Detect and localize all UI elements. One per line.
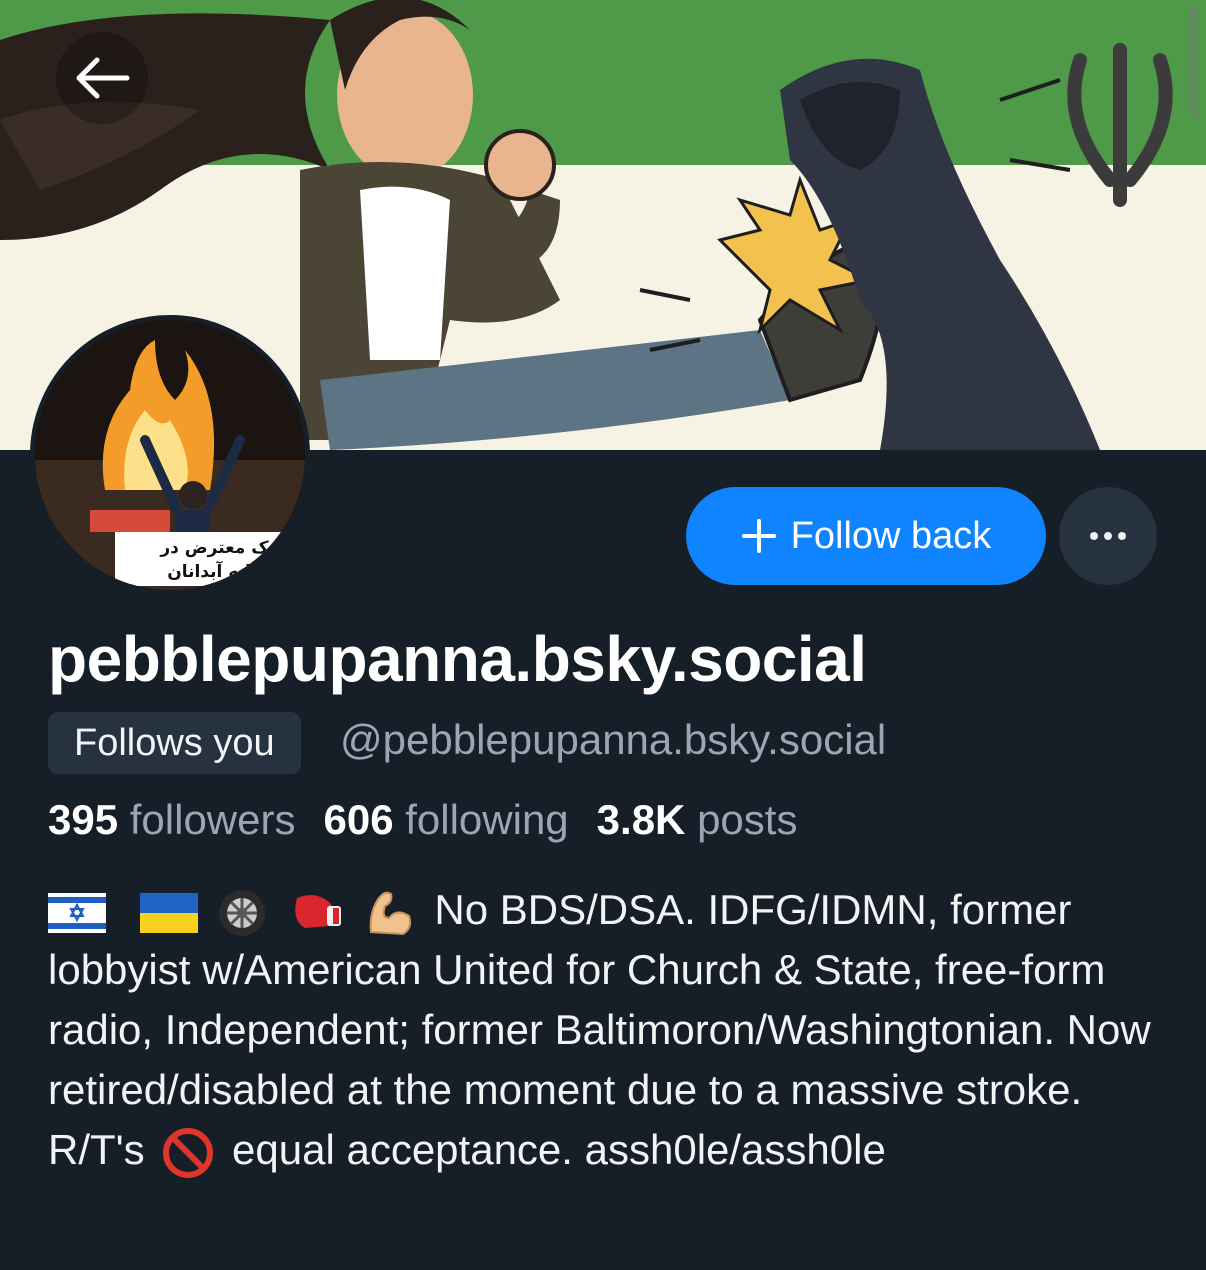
handle: @pebblepupanna.bsky.social	[340, 716, 887, 763]
plus-icon	[741, 519, 776, 553]
prohibited-icon	[163, 1127, 214, 1178]
followers-stat[interactable]: 395 followers	[48, 796, 295, 844]
avatar-photo: یک معترض در شبانه آبدانان	[35, 320, 305, 590]
followers-count: 395	[48, 796, 119, 843]
follows-you-label: Follows you	[74, 721, 275, 764]
israel-flag-icon	[48, 892, 106, 933]
follow-back-label: Follow back	[790, 514, 992, 557]
follows-you-badge: Follows you	[48, 712, 301, 774]
posts-label: posts	[697, 796, 798, 843]
scrollbar[interactable]	[1190, 8, 1198, 118]
following-count: 606	[323, 796, 394, 843]
wheel-icon	[219, 889, 266, 936]
ellipsis-icon	[1087, 532, 1129, 540]
following-label: following	[405, 796, 569, 843]
bio: No BDS/DSA. IDFG/IDMN, former lobbyist w…	[48, 880, 1168, 1180]
boxing-glove-icon	[295, 894, 342, 928]
followers-label: followers	[129, 796, 296, 843]
more-options-button[interactable]	[1059, 487, 1157, 585]
avatar[interactable]: یک معترض در شبانه آبدانان	[30, 315, 310, 595]
display-name: pebblepupanna.bsky.social	[48, 623, 867, 695]
flexed-biceps-icon	[369, 891, 411, 935]
ukraine-flag-icon	[139, 892, 198, 933]
avatar-caption-line2: شبانه آبدانان	[167, 560, 275, 582]
avatar-caption-line1: یک معترض در	[159, 538, 275, 558]
arrow-left-icon	[76, 57, 130, 99]
posts-stat: 3.8K posts	[597, 796, 798, 844]
bio-text-part2: equal acceptance. assh0le/assh0le	[232, 1126, 886, 1173]
posts-count: 3.8K	[596, 796, 686, 843]
following-stat[interactable]: 606 following	[323, 796, 568, 844]
bio-emoji-row	[48, 886, 434, 936]
back-button[interactable]	[56, 32, 148, 124]
profile-stats: 395 followers 606 following 3.8K posts	[48, 796, 797, 844]
follow-back-button[interactable]: Follow back	[686, 487, 1046, 585]
